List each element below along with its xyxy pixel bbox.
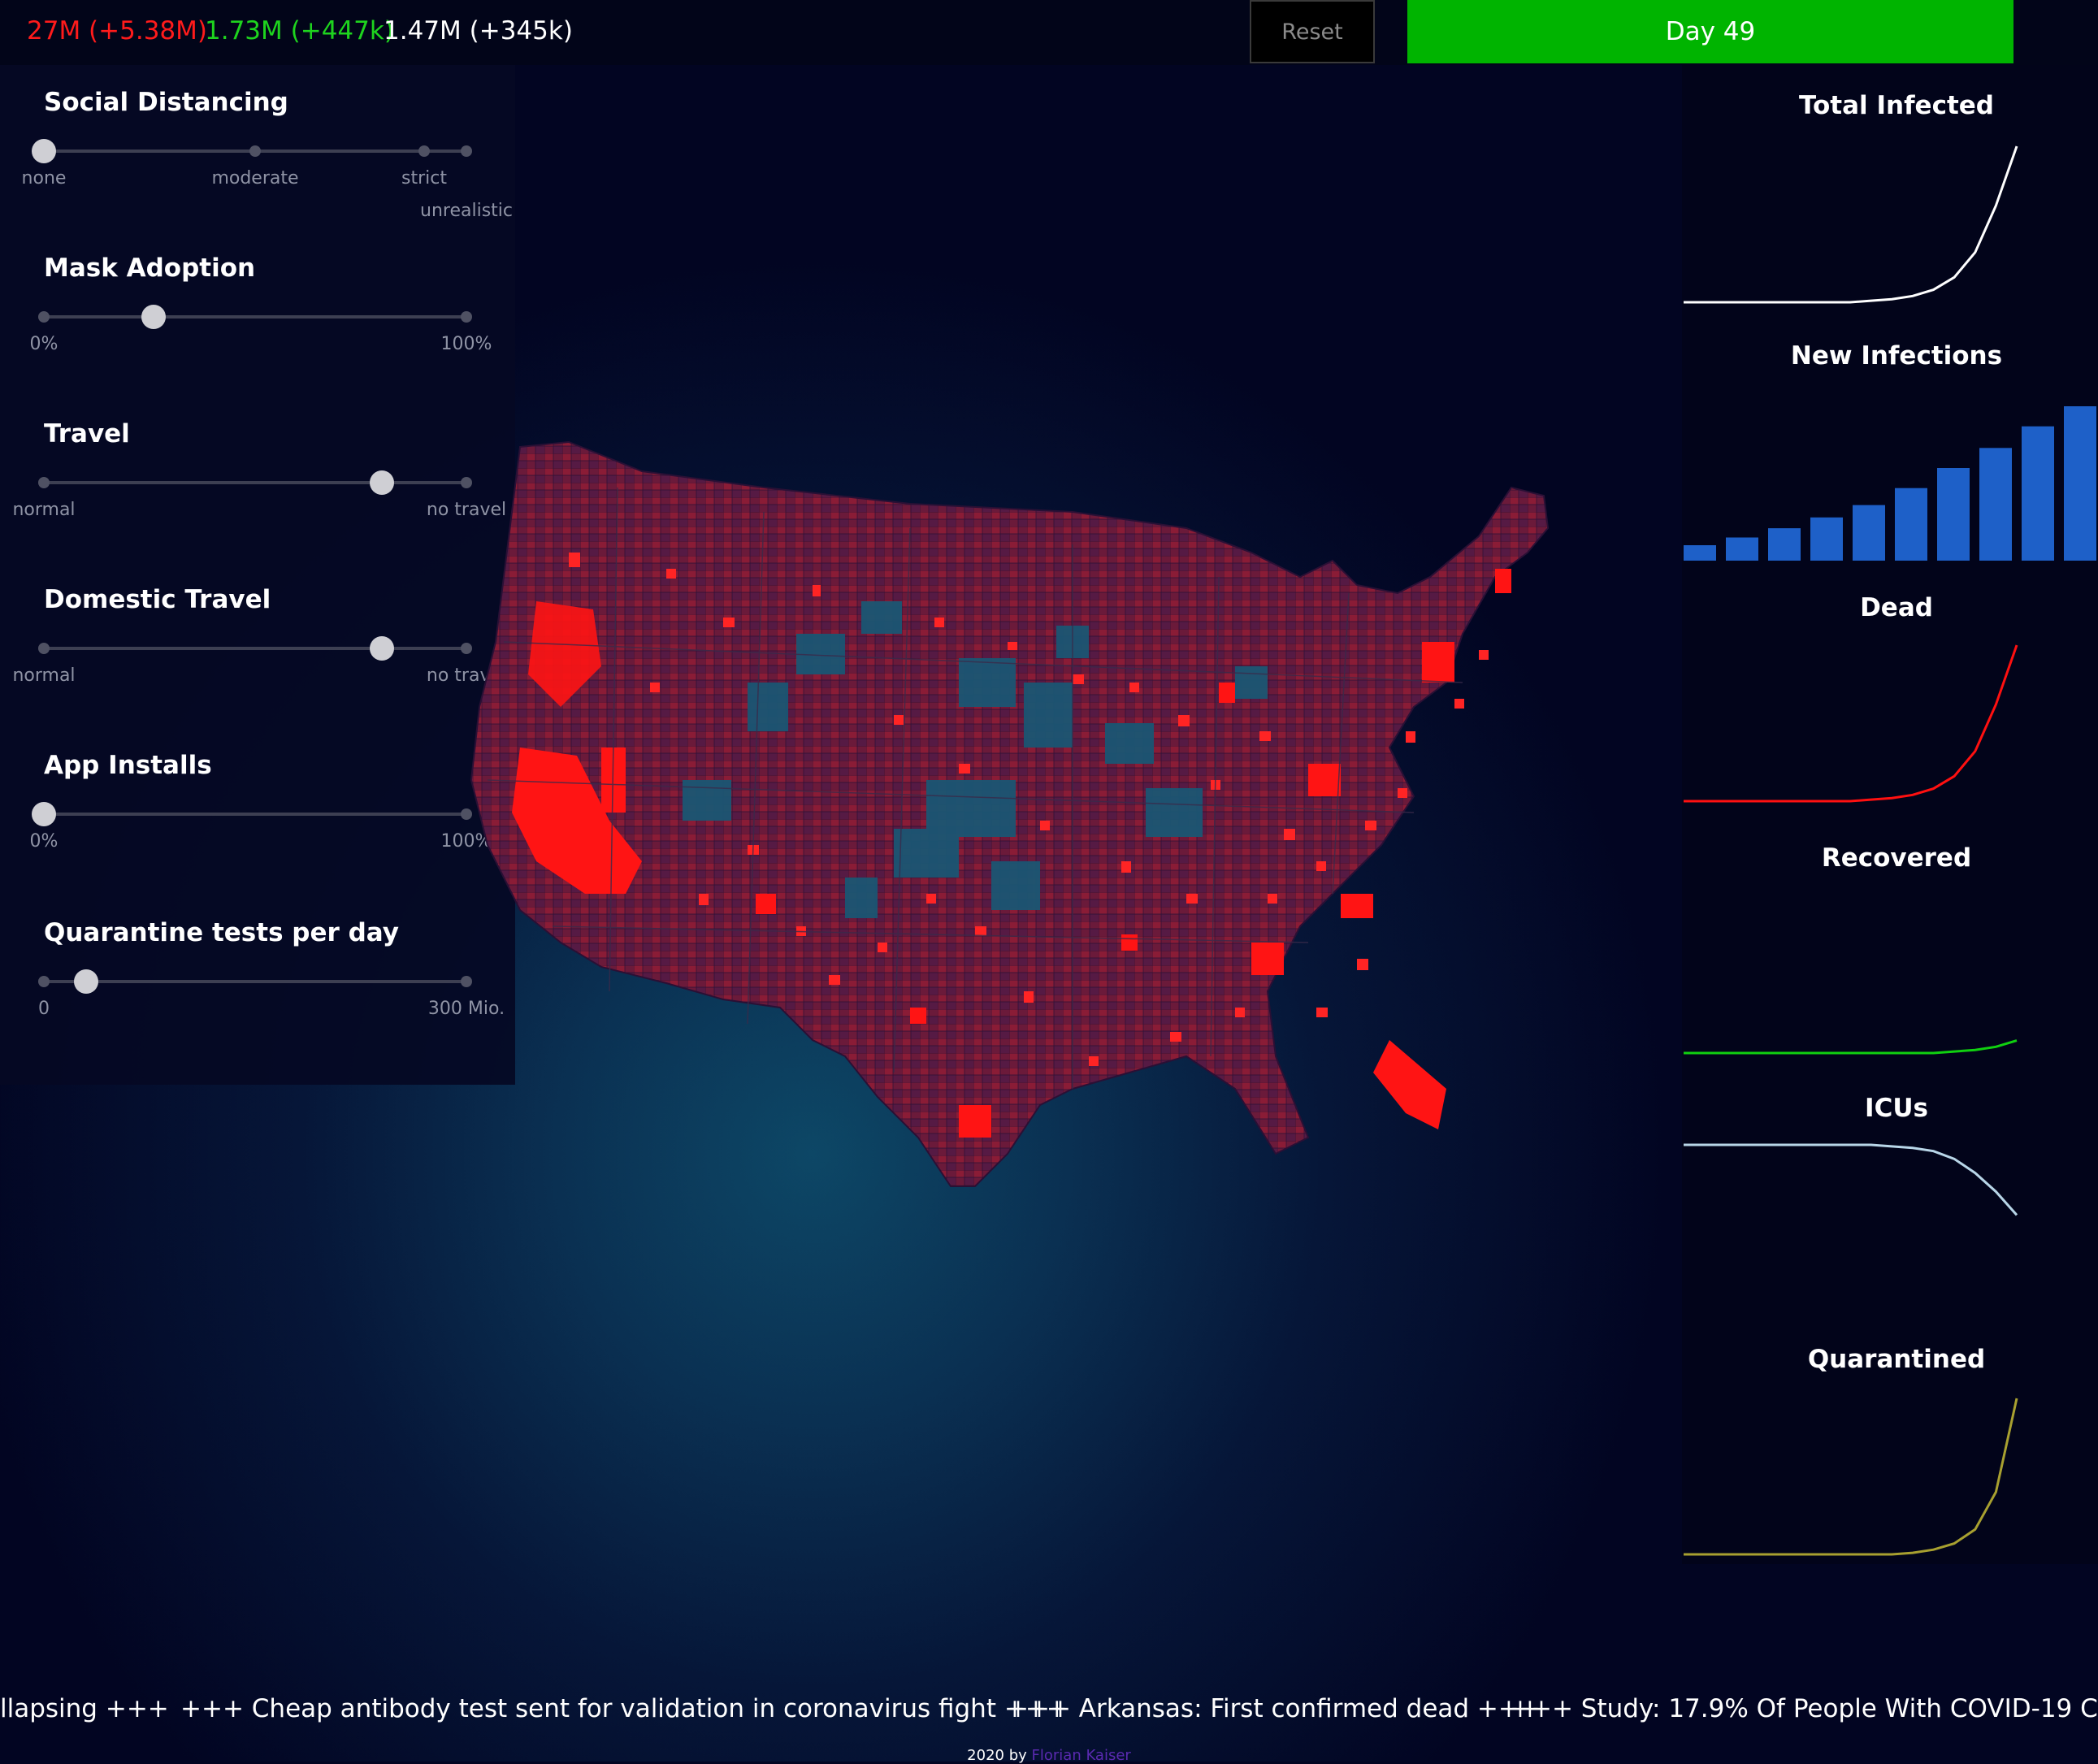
news-item: +++ Cheap antibody test sent for validat…	[180, 1694, 1068, 1723]
day-indicator: Day 49	[1407, 0, 2013, 63]
slider-label: unrealistic	[420, 201, 513, 221]
slider-tick	[461, 311, 472, 323]
news-item: +++ Study: 17.9% Of People With COVID-19…	[1510, 1694, 2098, 1723]
news-item: +++ Arkansas: First confirmed dead +++	[1008, 1694, 1541, 1723]
infected-count: 27M (+5.38M)	[27, 16, 207, 46]
total-infected-series-line	[1684, 145, 2018, 304]
recovered-chart	[1684, 1039, 2018, 1055]
new-infections-bar	[1895, 488, 1927, 561]
control-title: Quarantine tests per day	[44, 918, 399, 947]
slider-label: 0%	[29, 831, 59, 852]
us-county-map[interactable]	[455, 439, 1674, 1219]
slider-handle[interactable]	[141, 305, 167, 329]
control-title: Domestic Travel	[44, 585, 271, 614]
slider-tick	[461, 145, 472, 157]
slider-label: 0%	[29, 334, 59, 354]
new-infections-bar	[1937, 468, 1970, 561]
new-infections-bar	[2022, 426, 2054, 561]
new-infections-bar	[1810, 517, 1843, 561]
slider-handle[interactable]	[370, 636, 394, 661]
slider-handle[interactable]	[370, 470, 394, 495]
new-infections-bar	[1684, 545, 1716, 561]
new-infections-title: New Infections	[1790, 341, 2003, 371]
slider-track[interactable]	[38, 305, 472, 329]
slider-label: 0	[38, 999, 50, 1019]
control-title: Social Distancing	[44, 88, 288, 117]
dead-title: Dead	[1860, 593, 1933, 622]
new-infections-bar	[1768, 528, 1801, 561]
slider-label: none	[21, 168, 67, 189]
dead-count: 1.47M (+345k)	[384, 16, 573, 46]
total-infected-chart	[1684, 145, 2018, 304]
recovered-title: Recovered	[1821, 843, 1972, 873]
news-ticker: llapsing +++ +++ Cheap antibody test sen…	[0, 1694, 2098, 1731]
slider-tick	[418, 145, 430, 157]
quarantined-series-line	[1684, 1398, 2018, 1556]
control-title: App Installs	[44, 751, 212, 780]
new-infections-bar	[1853, 505, 1885, 561]
recovered-series-line	[1684, 1039, 2018, 1055]
new-infections-bar	[1979, 448, 2012, 561]
slider-label: normal	[12, 665, 76, 686]
slider-track[interactable]	[38, 470, 472, 495]
control-title: Mask Adoption	[44, 254, 256, 283]
slider-handle[interactable]	[32, 802, 56, 826]
icus-chart	[1684, 1143, 2018, 1216]
slider-label: moderate	[211, 168, 299, 189]
charts-panel: Total Infected New Infections Dead Recov…	[1682, 65, 2098, 1564]
new-infections-bar	[1726, 537, 1758, 561]
slider-track[interactable]	[32, 802, 472, 826]
slider-label: 100%	[440, 334, 492, 354]
news-item: llapsing +++	[0, 1694, 169, 1723]
top-bar: 27M (+5.38M) 1.73M (+447k) 1.47M (+345k)…	[0, 0, 2098, 65]
slider-tick	[249, 145, 261, 157]
quarantined-title: Quarantined	[1807, 1345, 1986, 1374]
slider-label: normal	[12, 500, 76, 520]
new-infections-chart	[1684, 406, 2096, 561]
slider-track[interactable]	[38, 636, 472, 661]
icus-series-line	[1684, 1143, 2018, 1216]
slider-tick	[38, 477, 50, 488]
controls-panel: Social Distancing none moderate strict unrea…	[0, 65, 515, 1085]
slider-tick	[38, 311, 50, 323]
slider-tick	[38, 643, 50, 654]
slider-label: strict	[401, 168, 447, 189]
recovered-count: 1.73M (+447k)	[205, 16, 394, 46]
quarantined-chart	[1684, 1398, 2018, 1556]
control-title: Travel	[44, 419, 130, 449]
slider-handle[interactable]	[32, 139, 56, 163]
icus-title: ICUs	[1865, 1094, 1928, 1123]
reset-button[interactable]: Reset	[1250, 0, 1375, 63]
dead-chart	[1684, 644, 2018, 803]
slider-track[interactable]	[38, 969, 472, 994]
slider-handle[interactable]	[74, 969, 98, 994]
slider-track[interactable]	[32, 139, 472, 163]
new-infections-bar	[2064, 406, 2096, 561]
slider-tick	[38, 976, 50, 987]
dead-series-line	[1684, 644, 2018, 803]
total-infected-title: Total Infected	[1798, 91, 1994, 120]
